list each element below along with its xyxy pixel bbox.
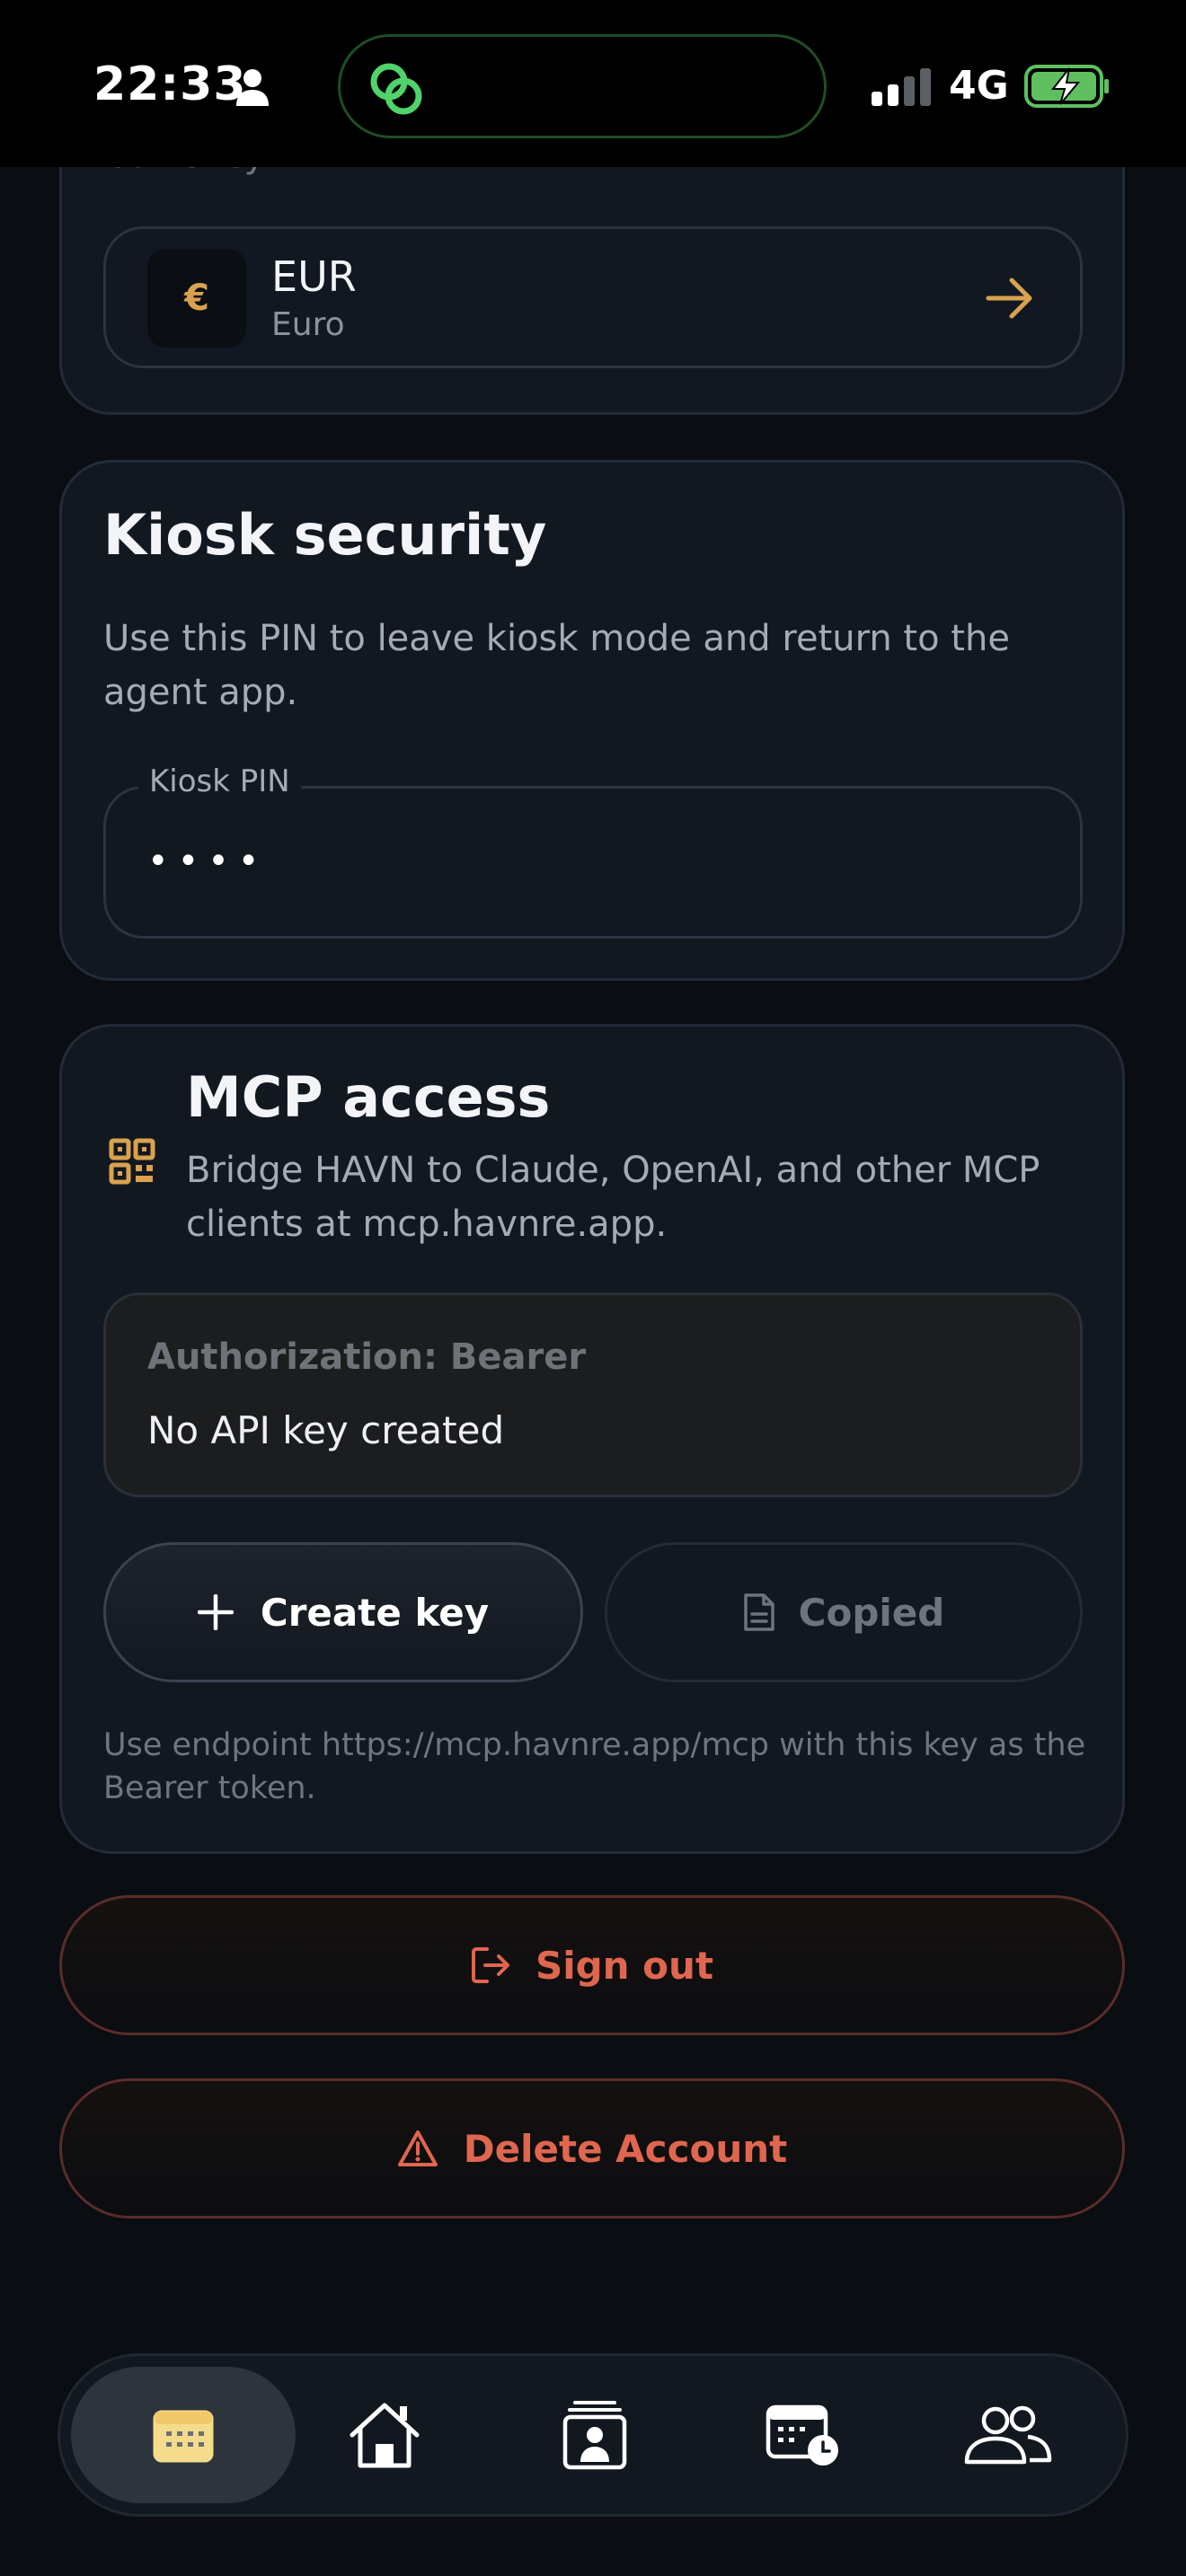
schedule-icon (766, 2404, 838, 2466)
contact-card-icon (562, 2401, 627, 2470)
link-icon (370, 63, 422, 115)
sign-out-icon (471, 1947, 509, 1983)
currency-selector[interactable]: € EUR Euro (103, 226, 1083, 368)
kiosk-description: Use this PIN to leave kiosk mode and ret… (103, 618, 1010, 713)
qr-code-icon (109, 1138, 155, 1185)
nav-contacts[interactable] (482, 2367, 707, 2503)
sign-out-label: Sign out (535, 1943, 714, 1988)
dynamic-island (338, 34, 827, 138)
mcp-endpoint-note: Use endpoint https://mcp.havnre.app/mcp … (103, 1727, 1086, 1806)
network-type: 4G (949, 63, 1009, 109)
nav-schedule[interactable] (691, 2367, 916, 2503)
plus-icon (197, 1594, 234, 1630)
delete-account-button[interactable]: Delete Account (59, 2078, 1125, 2219)
people-icon (964, 2405, 1052, 2465)
mcp-access-card: MCP access Bridge HAVN to Claude, OpenAI… (59, 1024, 1125, 1854)
delete-account-label: Delete Account (463, 2126, 788, 2171)
bottom-navigation (58, 2353, 1128, 2517)
kiosk-title: Kiosk security (103, 502, 547, 568)
create-key-button[interactable]: Create key (103, 1542, 583, 1682)
create-key-label: Create key (260, 1590, 490, 1635)
status-time: 22:33 (93, 57, 247, 111)
home-icon (350, 2403, 420, 2468)
authorization-box: Authorization: Bearer No API key created (103, 1292, 1083, 1497)
sign-out-button[interactable]: Sign out (59, 1895, 1125, 2035)
kiosk-pin-value: •••• (147, 841, 269, 882)
copied-label: Copied (798, 1590, 945, 1635)
copy-key-button[interactable]: Copied (605, 1542, 1083, 1682)
arrow-right-icon (986, 278, 1032, 319)
nav-people[interactable] (896, 2367, 1120, 2503)
mcp-description: Bridge HAVN to Claude, OpenAI, and other… (186, 1150, 1040, 1245)
currency-code: EUR (271, 252, 357, 301)
calendar-icon (153, 2410, 214, 2463)
document-icon (743, 1593, 774, 1631)
person-icon (236, 69, 269, 106)
battery-charging-icon (1024, 65, 1109, 108)
kiosk-pin-field[interactable]: Kiosk PIN •••• (103, 763, 1083, 939)
status-bar: 22:33 4G (0, 0, 1186, 167)
warning-icon (397, 2130, 438, 2166)
signal-icon (872, 68, 931, 106)
mcp-title: MCP access (186, 1064, 551, 1130)
kiosk-security-card: Kiosk security Use this PIN to leave kio… (59, 460, 1125, 981)
api-key-value: No API key created (147, 1408, 505, 1452)
nav-home[interactable] (272, 2367, 497, 2503)
currency-symbol-badge: € (147, 249, 246, 348)
nav-calendar[interactable] (71, 2367, 296, 2503)
kiosk-pin-label: Kiosk PIN (138, 763, 301, 799)
currency-name: Euro (271, 306, 345, 343)
authorization-label: Authorization: Bearer (147, 1337, 587, 1378)
